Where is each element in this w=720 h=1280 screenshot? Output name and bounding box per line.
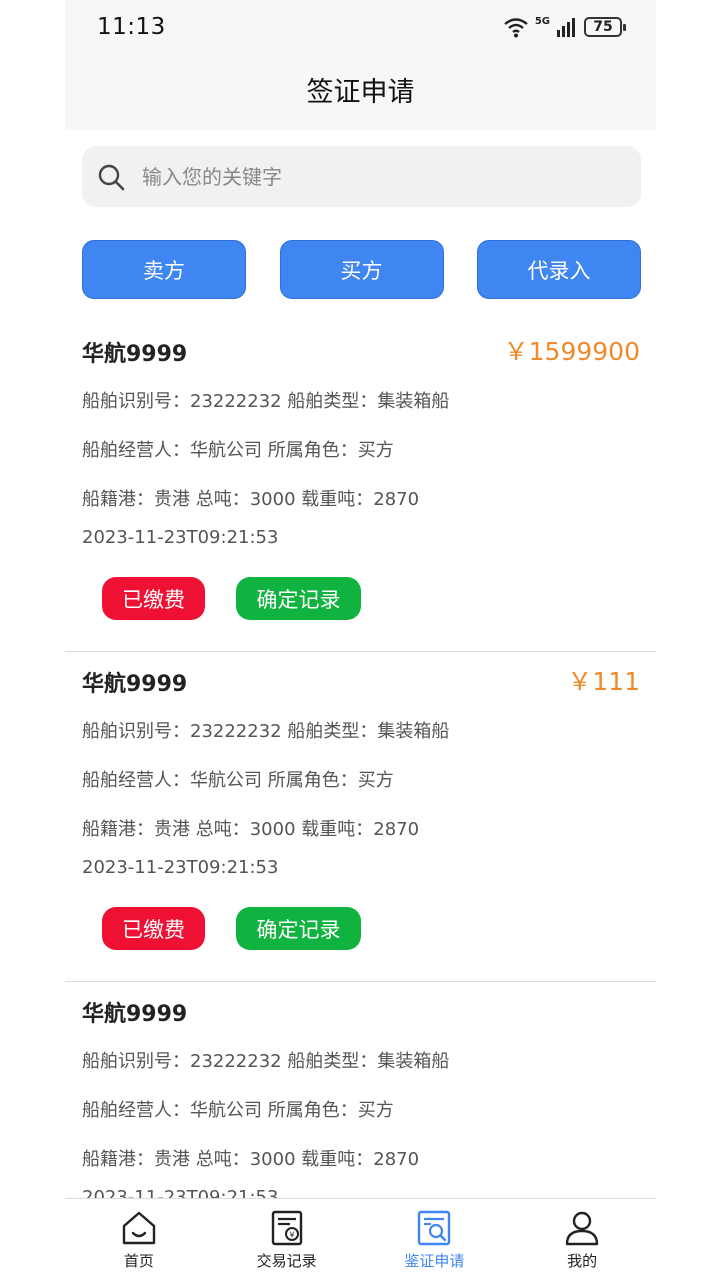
wifi-icon (504, 18, 528, 38)
paid-tag[interactable]: 已缴费 (102, 907, 205, 950)
battery-icon: 75 (584, 17, 626, 37)
status-time: 11:13 (97, 14, 166, 40)
search-bar[interactable] (82, 146, 641, 207)
ship-id-type: 船舶识别号：23222232 船舶类型：集装箱船 (82, 1051, 450, 1072)
record-tags: 已缴费 确定记录 (102, 577, 361, 620)
ship-id-type: 船舶识别号：23222232 船舶类型：集装箱船 (82, 391, 450, 412)
operator-role: 船舶经营人：华航公司 所属角色：买方 (82, 1100, 394, 1121)
tab-certification[interactable]: 鉴证申请 (361, 1199, 509, 1280)
port-tonnage: 船籍港：贵港 总吨：3000 载重吨：2870 (82, 1149, 420, 1170)
bottom-tab-bar: 首页 ¥ 交易记录 鉴证申请 我的 (65, 1198, 656, 1280)
ship-name: 华航9999 (82, 342, 188, 367)
tab-label: 我的 (567, 1252, 598, 1270)
price: ￥1599900 (503, 337, 640, 366)
confirm-record-tag[interactable]: 确定记录 (236, 577, 361, 620)
tab-home[interactable]: 首页 (65, 1199, 213, 1280)
user-icon (565, 1211, 599, 1246)
ship-name: 华航9999 (82, 1002, 188, 1027)
port-tonnage: 船籍港：贵港 总吨：3000 载重吨：2870 (82, 819, 420, 840)
operator-role: 船舶经营人：华航公司 所属角色：买方 (82, 770, 394, 791)
record-card[interactable]: 华航9999 船舶识别号：23222232 船舶类型：集装箱船 船舶经营人：华航… (65, 982, 656, 1198)
tab-label: 交易记录 (256, 1252, 317, 1270)
ship-name: 华航9999 (82, 672, 188, 697)
filter-buttons: 卖方 买方 代录入 (82, 240, 641, 299)
buyer-filter-button[interactable]: 买方 (279, 240, 444, 299)
network-type: 5G (534, 15, 550, 27)
tab-transactions[interactable]: ¥ 交易记录 (213, 1199, 361, 1280)
tab-mine[interactable]: 我的 (508, 1199, 656, 1280)
record-tags: 已缴费 确定记录 (102, 907, 361, 950)
operator-role: 船舶经营人：华航公司 所属角色：买方 (82, 440, 394, 461)
svg-text:¥: ¥ (289, 1231, 294, 1240)
paid-tag[interactable]: 已缴费 (102, 577, 205, 620)
receipt-icon: ¥ (271, 1210, 302, 1246)
search-input[interactable] (142, 164, 622, 189)
document-search-icon (418, 1210, 451, 1246)
seller-filter-button[interactable]: 卖方 (82, 240, 246, 299)
confirm-record-tag[interactable]: 确定记录 (236, 907, 361, 950)
record-datetime: 2023-11-23T09:21:53 (82, 1187, 279, 1198)
ship-id-type: 船舶识别号：23222232 船舶类型：集装箱船 (82, 721, 450, 742)
record-card[interactable]: 华航9999 ￥1599900 船舶识别号：23222232 船舶类型：集装箱船… (65, 322, 656, 652)
signal-icon (557, 18, 575, 37)
status-bar: 11:13 5G 75 (65, 0, 656, 58)
proxy-entry-filter-button[interactable]: 代录入 (477, 240, 641, 299)
page-title: 签证申请 (306, 77, 415, 108)
search-icon (98, 164, 125, 190)
record-card[interactable]: 华航9999 ￥111 船舶识别号：23222232 船舶类型：集装箱船 船舶经… (65, 652, 656, 982)
title-bar: 签证申请 (65, 58, 656, 130)
record-datetime: 2023-11-23T09:21:53 (82, 527, 279, 548)
record-datetime: 2023-11-23T09:21:53 (82, 857, 279, 878)
record-list[interactable]: 华航9999 ￥1599900 船舶识别号：23222232 船舶类型：集装箱船… (65, 322, 656, 1198)
price: ￥111 (567, 667, 640, 696)
home-icon (122, 1211, 156, 1245)
tab-label: 首页 (123, 1252, 154, 1270)
status-icons: 5G 75 (503, 15, 626, 38)
tab-label: 鉴证申请 (404, 1252, 465, 1270)
app-screen: 11:13 5G 75 签证申请 卖方 (65, 0, 656, 1280)
port-tonnage: 船籍港：贵港 总吨：3000 载重吨：2870 (82, 489, 420, 510)
